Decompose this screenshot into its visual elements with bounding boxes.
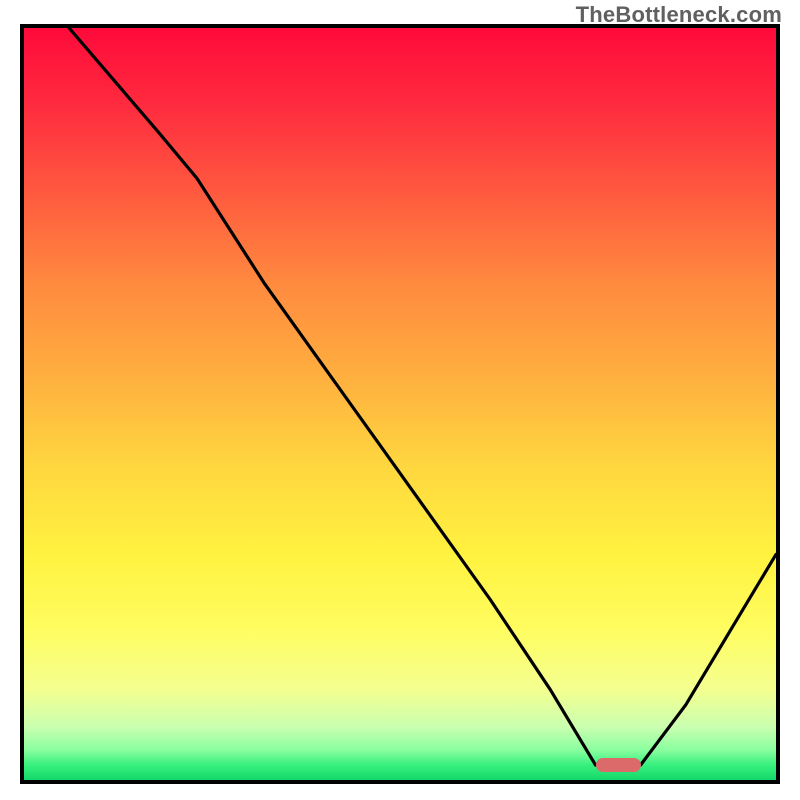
plot-area: [20, 24, 780, 784]
min-marker: [596, 758, 641, 772]
chart-wrap: TheBottleneck.com: [0, 0, 800, 800]
curve-svg: [24, 28, 776, 780]
curve-path: [69, 28, 776, 765]
